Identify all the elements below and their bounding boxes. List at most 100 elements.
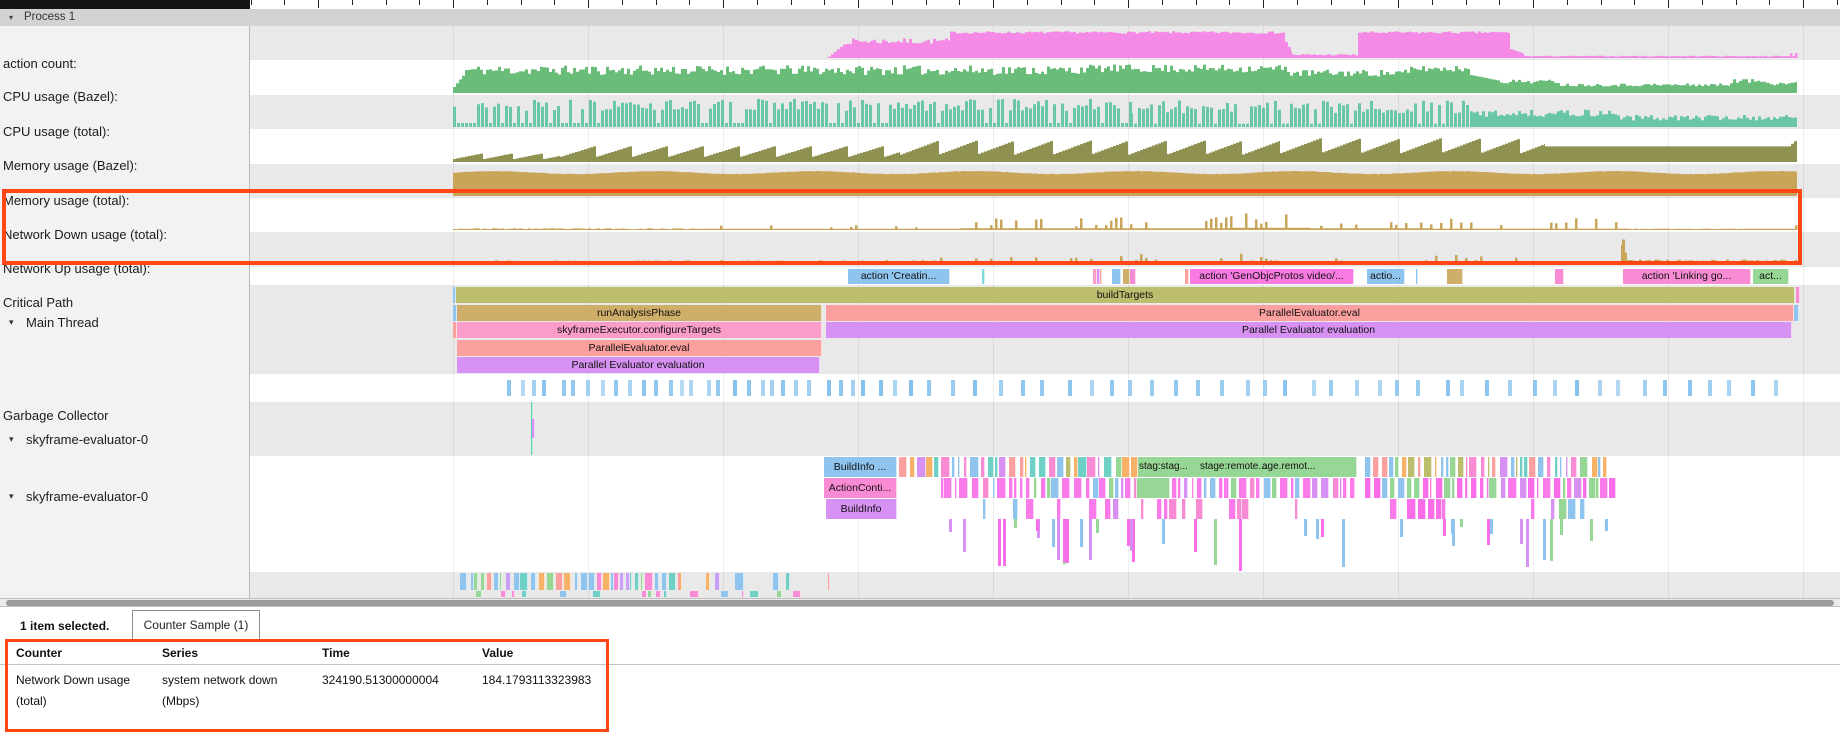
slice[interactable] xyxy=(1531,499,1535,519)
slice[interactable] xyxy=(547,573,554,590)
slice-actio-[interactable]: actio... xyxy=(1367,269,1405,284)
cell-value[interactable]: 184.1793113323983 xyxy=(482,670,591,691)
slice[interactable] xyxy=(1039,457,1047,477)
slice[interactable] xyxy=(1441,457,1445,477)
slice[interactable] xyxy=(964,457,967,477)
slice[interactable] xyxy=(1554,478,1561,498)
slice-parallel-evaluator-evaluatio[interactable]: Parallel Evaluator evaluation xyxy=(457,357,820,373)
slice[interactable] xyxy=(560,591,568,597)
slice[interactable] xyxy=(1291,478,1295,498)
gc-event-tick[interactable] xyxy=(1774,380,1778,396)
slice[interactable] xyxy=(1062,478,1070,498)
slice[interactable] xyxy=(958,457,960,477)
call-stack-spike[interactable] xyxy=(1520,519,1523,544)
call-stack-spike[interactable] xyxy=(1460,519,1463,527)
slice[interactable] xyxy=(1390,478,1396,498)
call-stack-spike[interactable] xyxy=(1526,519,1529,567)
slice[interactable] xyxy=(1157,499,1163,519)
slice[interactable] xyxy=(1447,269,1463,284)
slice[interactable] xyxy=(1407,478,1412,498)
call-stack-spike[interactable] xyxy=(1550,519,1553,561)
slice[interactable] xyxy=(983,478,989,498)
slice[interactable] xyxy=(1481,457,1485,477)
slice[interactable] xyxy=(1078,457,1087,477)
slice[interactable] xyxy=(539,573,545,590)
slice[interactable] xyxy=(1501,478,1506,498)
slice[interactable] xyxy=(1089,499,1097,519)
slice[interactable] xyxy=(1256,478,1260,498)
gc-event-tick[interactable] xyxy=(1663,380,1667,396)
call-stack-spike[interactable] xyxy=(1052,519,1055,547)
slice[interactable] xyxy=(1571,457,1578,477)
cell-counter[interactable]: Network Down usage (total) xyxy=(16,670,142,712)
slice[interactable] xyxy=(955,478,958,498)
slice[interactable] xyxy=(520,573,528,590)
gc-event-tick[interactable] xyxy=(1395,380,1399,396)
slice[interactable] xyxy=(1219,478,1223,498)
slice[interactable] xyxy=(1442,499,1446,519)
slice[interactable] xyxy=(1398,478,1405,498)
gc-event-tick[interactable] xyxy=(999,380,1003,396)
slice[interactable] xyxy=(917,457,925,477)
slice[interactable] xyxy=(1452,478,1455,498)
slice[interactable] xyxy=(690,591,699,597)
slice[interactable] xyxy=(1272,478,1277,498)
slice[interactable] xyxy=(1446,457,1449,477)
slice[interactable] xyxy=(1402,457,1407,477)
gc-event-tick[interactable] xyxy=(1283,380,1287,396)
track-row-bg-cpu_heavy[interactable] xyxy=(0,572,1840,598)
slice[interactable] xyxy=(944,478,953,498)
slice[interactable] xyxy=(1025,457,1027,477)
slice[interactable] xyxy=(1074,478,1082,498)
slice[interactable] xyxy=(828,573,830,590)
slice[interactable] xyxy=(959,478,968,498)
slice[interactable] xyxy=(1020,457,1024,477)
slice[interactable] xyxy=(1528,478,1535,498)
gc-event-tick[interactable] xyxy=(1416,380,1420,396)
slice[interactable] xyxy=(1098,457,1100,477)
collapse-arrow-icon[interactable]: ▾ xyxy=(9,434,14,445)
slice[interactable] xyxy=(611,573,614,590)
gc-event-tick[interactable] xyxy=(747,380,751,396)
gc-event-tick[interactable] xyxy=(1110,380,1114,396)
slice[interactable] xyxy=(1014,478,1017,498)
gc-event-tick[interactable] xyxy=(927,380,931,396)
slice-action-linking-go-[interactable]: action 'Linking go... xyxy=(1623,269,1751,284)
slice[interactable] xyxy=(1104,457,1112,477)
slice[interactable] xyxy=(1436,478,1444,498)
slice[interactable] xyxy=(648,591,653,597)
slice[interactable] xyxy=(1568,499,1575,519)
gc-event-tick[interactable] xyxy=(1329,380,1333,396)
call-stack-spike[interactable] xyxy=(998,519,1001,566)
gc-event-tick[interactable] xyxy=(733,380,737,396)
slice[interactable] xyxy=(575,573,578,590)
slice[interactable] xyxy=(1182,499,1186,519)
counter-chart-mem_total[interactable] xyxy=(0,167,1840,196)
slice[interactable] xyxy=(476,591,482,597)
slice[interactable] xyxy=(1596,478,1599,498)
slice-act-[interactable]: act... xyxy=(1753,269,1789,284)
gc-event-tick[interactable] xyxy=(614,380,618,396)
call-stack-spike[interactable] xyxy=(1487,519,1490,545)
slice[interactable] xyxy=(1030,457,1036,477)
slice[interactable] xyxy=(1444,478,1451,498)
call-stack-spike[interactable] xyxy=(1014,519,1017,528)
slice[interactable] xyxy=(1034,478,1037,498)
slice[interactable] xyxy=(564,573,571,590)
slice[interactable] xyxy=(1116,457,1122,477)
slice[interactable] xyxy=(1559,499,1567,519)
slice[interactable] xyxy=(593,591,601,597)
gc-event-tick[interactable] xyxy=(669,380,673,396)
counter-chart-net_up[interactable] xyxy=(0,235,1840,265)
slice[interactable] xyxy=(1580,457,1588,477)
gc-event-tick[interactable] xyxy=(1575,380,1579,396)
slice[interactable] xyxy=(1231,478,1237,498)
slice[interactable] xyxy=(970,457,979,477)
slice[interactable] xyxy=(474,573,478,590)
slice[interactable] xyxy=(715,573,720,590)
slice[interactable] xyxy=(793,591,801,597)
slice[interactable] xyxy=(1013,499,1019,519)
gc-event-tick[interactable] xyxy=(973,380,977,396)
slice[interactable] xyxy=(1250,478,1255,498)
call-stack-spike[interactable] xyxy=(1080,519,1083,547)
